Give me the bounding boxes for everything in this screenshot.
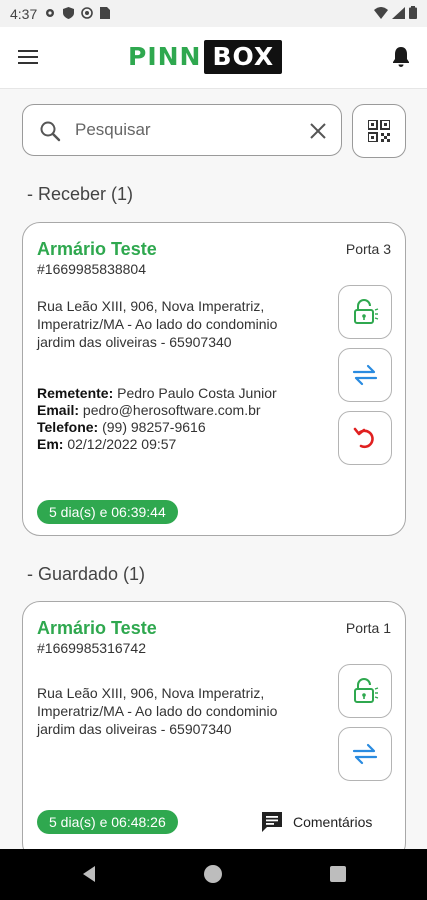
card-door: Porta 3 bbox=[345, 241, 391, 257]
time-remaining-badge: 5 dia(s) e 06:39:44 bbox=[37, 500, 178, 524]
phone-label: Telefone: bbox=[37, 419, 99, 435]
settings-status-icon bbox=[44, 6, 56, 22]
email-value: pedro@herosoftware.com.br bbox=[82, 402, 261, 418]
sender-label: Remetente: bbox=[37, 385, 114, 401]
sender-row: Remetente: Pedro Paulo Costa Junior bbox=[37, 385, 277, 402]
undo-icon bbox=[353, 427, 374, 449]
card-address: Rua Leão XIII, 906, Nova Imperatriz, Imp… bbox=[37, 298, 278, 350]
comment-icon bbox=[262, 812, 282, 832]
date-label: Em: bbox=[37, 436, 64, 452]
email-label: Email: bbox=[37, 402, 80, 418]
logo-text-pinn: PINN bbox=[128, 42, 202, 71]
signal-icon bbox=[392, 6, 405, 22]
shield-status-icon bbox=[63, 6, 75, 22]
unlock-button[interactable] bbox=[338, 285, 392, 339]
sender-value: Pedro Paulo Costa Junior bbox=[117, 385, 277, 401]
sim-status-icon bbox=[100, 6, 111, 22]
locker-card[interactable]: Armário Teste Porta 1 #1669985316742 Rua… bbox=[22, 601, 406, 861]
back-icon[interactable] bbox=[80, 865, 98, 883]
qr-scan-button[interactable] bbox=[352, 104, 406, 158]
return-button[interactable] bbox=[338, 411, 392, 465]
locker-card[interactable]: Armário Teste Porta 3 #1669985838804 Rua… bbox=[22, 222, 406, 536]
hamburger-icon bbox=[18, 50, 38, 52]
date-value: 02/12/2022 09:57 bbox=[67, 436, 177, 452]
status-bar: 4:37 bbox=[0, 0, 427, 27]
home-icon[interactable] bbox=[204, 865, 222, 883]
search-icon bbox=[40, 121, 61, 142]
transfer-button[interactable] bbox=[338, 727, 392, 781]
bell-icon bbox=[393, 47, 409, 67]
battery-icon bbox=[409, 5, 417, 22]
unlock-icon bbox=[354, 678, 379, 703]
unlock-icon bbox=[354, 299, 379, 324]
card-title: Armário Teste bbox=[37, 239, 157, 259]
swap-arrows-icon bbox=[352, 743, 378, 765]
system-nav-bar bbox=[0, 849, 427, 900]
card-title: Armário Teste bbox=[37, 618, 157, 638]
unlock-button[interactable] bbox=[338, 664, 392, 718]
card-id: #1669985316742 bbox=[37, 640, 147, 656]
app-bar: PINN BOX bbox=[0, 27, 427, 89]
logo-text-box: BOX bbox=[204, 40, 283, 74]
section-title-receive: - Receber (1) bbox=[27, 184, 134, 204]
comments-label: Comentários bbox=[293, 814, 373, 830]
close-icon[interactable] bbox=[306, 119, 330, 143]
at-status-icon bbox=[81, 6, 94, 22]
wifi-icon bbox=[374, 6, 388, 22]
time-remaining-badge: 5 dia(s) e 06:48:26 bbox=[37, 810, 178, 834]
card-id: #1669985838804 bbox=[37, 261, 147, 277]
date-row: Em: 02/12/2022 09:57 bbox=[37, 436, 176, 453]
transfer-button[interactable] bbox=[338, 348, 392, 402]
phone-value: (99) 98257-9616 bbox=[102, 419, 206, 435]
status-time: 4:37 bbox=[10, 5, 38, 22]
section-title-stored: - Guardado (1) bbox=[27, 564, 146, 584]
qr-code-icon bbox=[368, 120, 390, 142]
card-door: Porta 1 bbox=[345, 620, 391, 636]
notifications-button[interactable] bbox=[389, 45, 415, 71]
search-input[interactable] bbox=[75, 115, 295, 145]
search-box bbox=[22, 104, 342, 156]
recent-apps-icon[interactable] bbox=[330, 866, 346, 882]
card-address: Rua Leão XIII, 906, Nova Imperatriz, Imp… bbox=[37, 685, 278, 737]
app-logo: PINN BOX bbox=[128, 40, 283, 74]
phone-row: Telefone: (99) 98257-9616 bbox=[37, 419, 206, 436]
comments-button[interactable]: Comentários bbox=[261, 809, 372, 835]
swap-arrows-icon bbox=[352, 364, 378, 386]
email-row: Email: pedro@herosoftware.com.br bbox=[37, 402, 261, 419]
menu-button[interactable] bbox=[18, 46, 44, 70]
